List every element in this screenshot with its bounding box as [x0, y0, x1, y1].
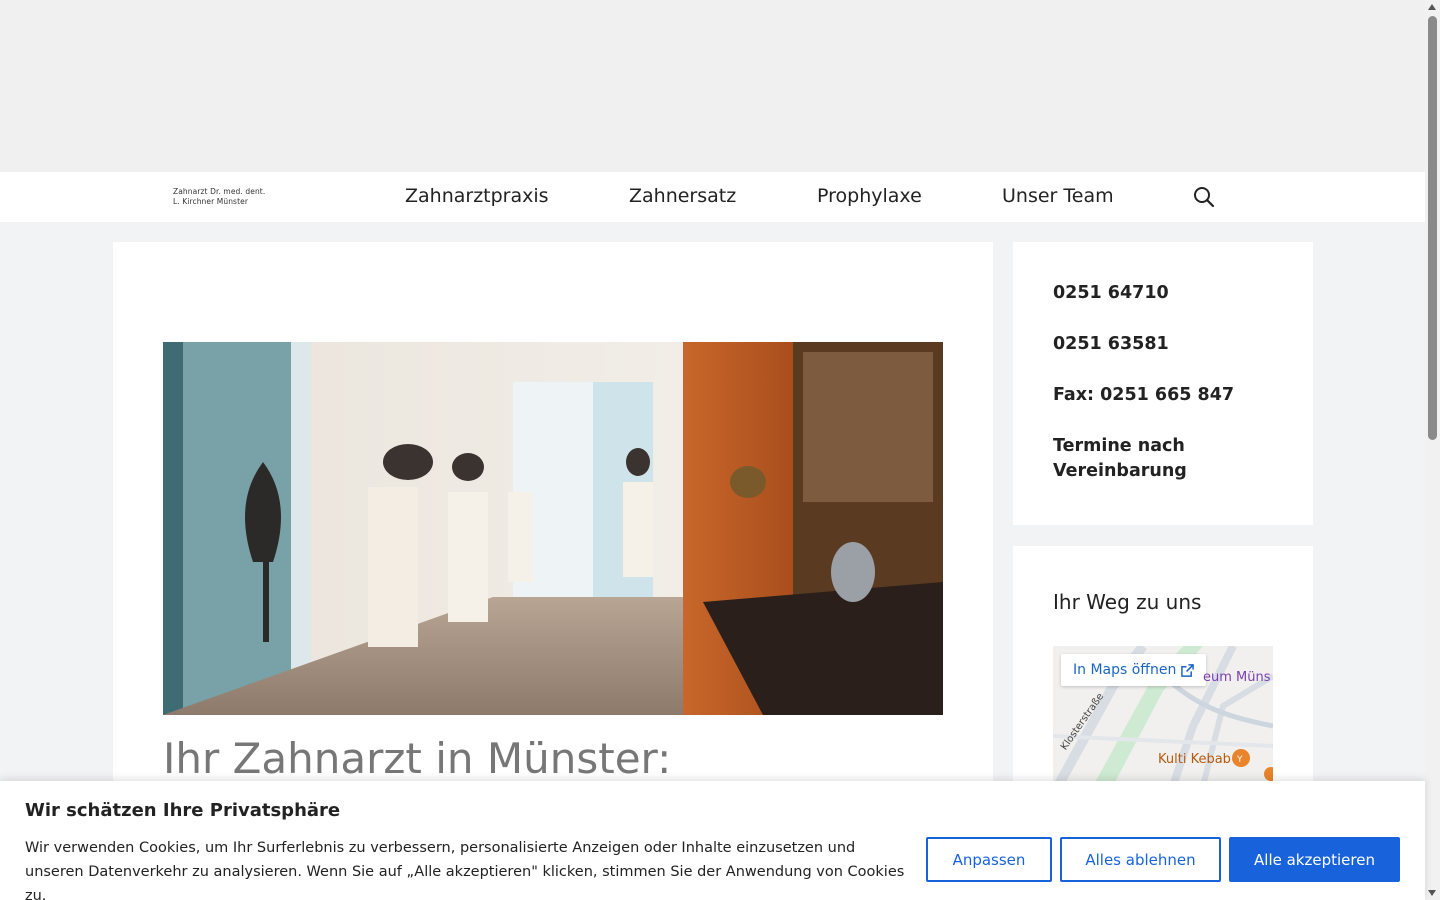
map-label-museum: eum Müns: [1203, 670, 1271, 685]
embedded-map[interactable]: Y In Maps öffnen eum Müns Klosterstraße …: [1053, 646, 1273, 786]
cookie-consent-banner: Wir schätzen Ihre Privatsphäre Wir verwe…: [0, 781, 1425, 900]
phone-number-2[interactable]: 0251 63581: [1053, 332, 1169, 357]
cookie-title: Wir schätzen Ihre Privatsphäre: [25, 800, 341, 821]
hero-image-practice-hallway: [163, 342, 943, 715]
page-title: Ihr Zahnarzt in Münster:: [163, 734, 672, 783]
cookie-accept-all-button[interactable]: Alle akzeptieren: [1229, 837, 1400, 882]
map-label-poi: Kulti Kebab: [1158, 752, 1231, 767]
top-banner-area: [0, 0, 1425, 172]
vertical-scrollbar[interactable]: [1425, 0, 1440, 900]
directions-title: Ihr Weg zu uns: [1053, 590, 1202, 614]
cookie-reject-all-button[interactable]: Alles ablehnen: [1060, 837, 1221, 882]
logo-line-2: L. Kirchner Münster: [173, 197, 249, 206]
search-icon[interactable]: [1192, 185, 1216, 209]
logo-line-1: Zahnarzt Dr. med. dent.: [173, 187, 266, 196]
nav-item-zahnersatz[interactable]: Zahnersatz: [629, 185, 736, 207]
appointment-note-line-2: Vereinbarung: [1053, 461, 1187, 481]
external-link-icon: [1181, 663, 1195, 677]
appointment-note-line-1: Termine nach: [1053, 436, 1185, 456]
main-navigation: Zahnarzt Dr. med. dent. L. Kirchner Müns…: [0, 172, 1425, 222]
scroll-up-arrow-icon[interactable]: [1428, 4, 1436, 10]
open-in-maps-label: In Maps öffnen: [1073, 662, 1177, 678]
scroll-down-arrow-icon[interactable]: [1428, 890, 1436, 896]
phone-number-1[interactable]: 0251 64710: [1053, 281, 1169, 306]
nav-item-prophylaxe[interactable]: Prophylaxe: [817, 185, 922, 207]
svg-text:Y: Y: [1236, 755, 1243, 765]
nav-item-zahnarztpraxis[interactable]: Zahnarztpraxis: [405, 185, 549, 207]
open-in-maps-button[interactable]: In Maps öffnen: [1061, 654, 1207, 686]
scrollbar-thumb[interactable]: [1428, 16, 1437, 440]
cookie-customize-button[interactable]: Anpassen: [926, 837, 1052, 882]
fax-number: Fax: 0251 665 847: [1053, 385, 1235, 405]
contact-widget: 0251 64710 0251 63581 Fax: 0251 665 847 …: [1013, 242, 1313, 525]
site-logo[interactable]: Zahnarzt Dr. med. dent. L. Kirchner Müns…: [173, 187, 283, 207]
nav-item-unser-team[interactable]: Unser Team: [1002, 185, 1114, 207]
cookie-description: Wir verwenden Cookies, um Ihr Surferlebn…: [25, 840, 905, 900]
